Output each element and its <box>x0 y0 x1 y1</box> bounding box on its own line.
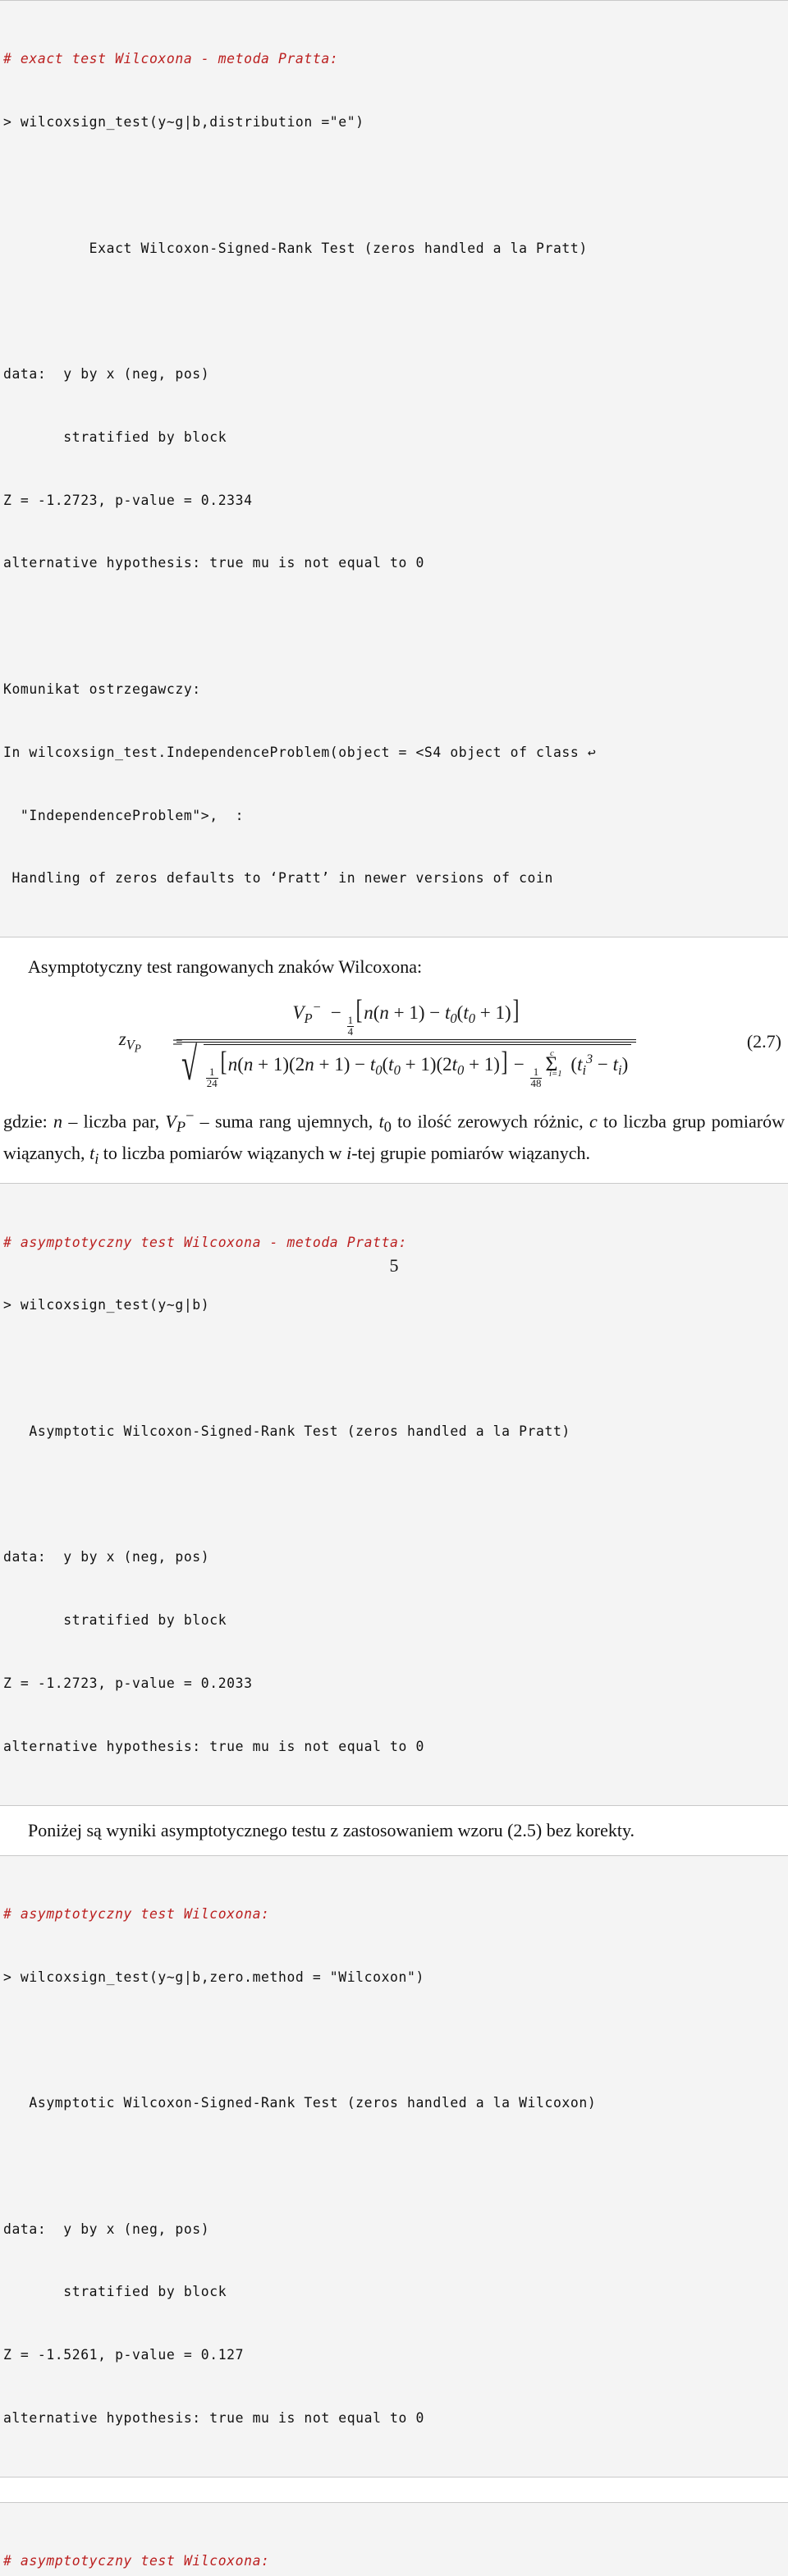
code-comment-line: # asymptotyczny test Wilcoxona: <box>3 2552 270 2569</box>
code-warning-header: Komunikat ostrzegawczy: <box>3 681 201 697</box>
where-paragraph: gdzie: n – liczba par, VP− – suma rang u… <box>3 1107 785 1167</box>
ponizej-paragraph: Poniżej są wyniki asymptotycznego testu … <box>28 1819 635 1840</box>
code-block-asymptotic-wilcoxon: # asymptotyczny test Wilcoxona: > wilcox… <box>0 1854 788 2477</box>
code-warning-line-3: Handling of zeros defaults to ‘Pratt’ in… <box>3 870 553 887</box>
equation-fraction: VP− − 1 4 [n(n + 1) − t0(t0 + 1)] √ 1 24 [n(… <box>176 993 637 1091</box>
code-prompt-line: > wilcoxsign_test(y~g|b,distribution ="e… <box>3 113 364 130</box>
code-stratified-line: stratified by block <box>3 1612 227 1629</box>
code-warning-line-1: In wilcoxsign_test.IndependenceProblem(o… <box>3 744 597 760</box>
code-block-wilcox-test: # asymptotyczny test Wilcoxona: > wilcox… <box>0 2501 788 2576</box>
code-test-title-line: Asymptotic Wilcoxon-Signed-Rank Test (ze… <box>3 1423 570 1439</box>
code-statistic-line: Z = -1.5261, p-value = 0.127 <box>3 2347 245 2363</box>
equation-numerator: VP− − 1 4 [n(n + 1) − t0(t0 + 1)] <box>292 995 520 1038</box>
square-root-icon: √ <box>181 1039 198 1091</box>
code-stratified-line: stratified by block <box>3 2284 227 2300</box>
math-intro-text: Asymptotyczny test rangowanych znaków Wi… <box>28 956 423 978</box>
code-test-title-line: Exact Wilcoxon-Signed-Rank Test (zeros h… <box>3 240 588 256</box>
code-comment-line: # asymptotyczny test Wilcoxona: <box>3 1905 270 1922</box>
document-page: # exact test Wilcoxona - metoda Pratta: … <box>0 0 788 2576</box>
code-comment-line: # exact test Wilcoxona - metoda Pratta: <box>3 51 339 67</box>
code-test-title-line: Asymptotic Wilcoxon-Signed-Rank Test (ze… <box>3 2095 597 2111</box>
equation-number: (2.7) <box>746 1030 781 1052</box>
code-stratified-line: stratified by block <box>3 429 227 445</box>
code-prompt-line: > wilcoxsign_test(y~g|b,zero.method = "W… <box>3 1969 424 1985</box>
equation-2-7: zVP = VP− − 1 4 [n(n + 1) − t0(t0 + 1)] √ … <box>0 980 788 1102</box>
code-statistic-line: Z = -1.2723, p-value = 0.2033 <box>3 1675 253 1691</box>
equation-denominator: √ 1 24 [n(n + 1)(2n + 1) − t0(t0 + 1)(2t0 … <box>176 1039 636 1091</box>
code-alternative-line: alternative hypothesis: true mu is not e… <box>3 2409 424 2426</box>
code-warning-line-2: "IndependenceProblem">, : <box>3 807 245 823</box>
page-number: 5 <box>389 1255 399 1276</box>
code-comment-line: # asymptotyczny test Wilcoxona - metoda … <box>3 1234 407 1250</box>
code-prompt-line: > wilcoxsign_test(y~g|b) <box>3 1297 210 1313</box>
code-alternative-line: alternative hypothesis: true mu is not e… <box>3 555 424 571</box>
code-alternative-line: alternative hypothesis: true mu is not e… <box>3 1738 424 1754</box>
code-statistic-line: Z = -1.2723, p-value = 0.2334 <box>3 492 253 508</box>
code-data-line: data: y by x (neg, pos) <box>3 1549 210 1565</box>
code-data-line: data: y by x (neg, pos) <box>3 2221 210 2237</box>
code-block-exact-test: # exact test Wilcoxona - metoda Pratta: … <box>0 0 788 938</box>
code-data-line: data: y by x (neg, pos) <box>3 366 210 383</box>
summation-icon: Σc i=1 <box>545 1048 562 1079</box>
code-block-asymptotic-pratt: # asymptotyczny test Wilcoxona - metoda … <box>0 1183 788 1806</box>
equation-lhs: zVP <box>118 1029 141 1056</box>
